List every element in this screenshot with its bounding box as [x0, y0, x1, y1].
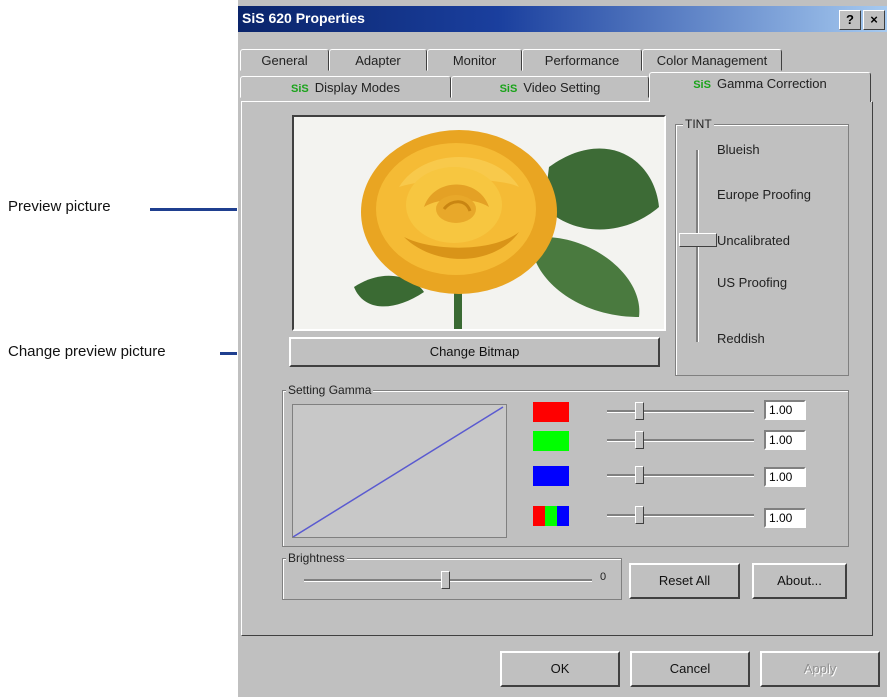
ok-button[interactable]: OK: [500, 651, 620, 687]
rgb-channel-swatch: [533, 506, 569, 526]
red-gamma-value[interactable]: 1.00: [764, 400, 806, 420]
red-channel-swatch: [533, 402, 569, 422]
tab-performance[interactable]: Performance: [522, 49, 642, 71]
help-button[interactable]: ?: [839, 10, 861, 30]
cancel-button[interactable]: Cancel: [630, 651, 750, 687]
blue-gamma-value[interactable]: 1.00: [764, 467, 806, 487]
properties-dialog: SiS 620 Properties ? × General Adapter M…: [237, 0, 887, 697]
tab-label: General: [261, 53, 308, 68]
tab-label: Color Management: [656, 53, 768, 68]
tab-display-modes[interactable]: SiS Display Modes: [240, 76, 451, 98]
blue-gamma-slider-track[interactable]: [607, 474, 754, 477]
rgb-gamma-slider-track[interactable]: [607, 514, 754, 517]
blue-channel-swatch: [533, 466, 569, 486]
tint-option-blueish: Blueish: [717, 142, 760, 157]
green-gamma-slider-track[interactable]: [607, 439, 754, 442]
window-title: SiS 620 Properties: [242, 10, 365, 26]
gamma-curve: [292, 406, 504, 538]
tab-label: Adapter: [355, 53, 401, 68]
rgb-gamma-value[interactable]: 1.00: [764, 508, 806, 528]
tab-general[interactable]: General: [240, 49, 329, 71]
tint-option-reddish: Reddish: [717, 331, 765, 346]
setting-gamma-label: Setting Gamma: [286, 383, 374, 397]
tint-slider-thumb[interactable]: [679, 233, 717, 247]
callout-change-preview-picture: Change preview picture: [8, 343, 166, 360]
rose-image: [294, 117, 664, 329]
about-button[interactable]: About...: [752, 563, 847, 599]
red-gamma-slider-track[interactable]: [607, 410, 754, 413]
sis-icon: SiS: [499, 83, 518, 95]
tint-group-label: TINT: [683, 117, 714, 131]
tab-label: Monitor: [452, 53, 497, 68]
tab-label: Display Modes: [314, 80, 400, 95]
reset-all-button[interactable]: Reset All: [629, 563, 740, 599]
tint-option-europe-proofing: Europe Proofing: [717, 187, 811, 202]
sis-icon: SiS: [291, 83, 309, 95]
tint-option-us-proofing: US Proofing: [717, 275, 788, 290]
tab-label: Video Setting: [523, 80, 601, 95]
tab-label: Performance: [544, 53, 620, 68]
gamma-curve-box: [292, 404, 507, 538]
callout-preview-picture: Preview picture: [8, 198, 111, 215]
rgb-gamma-slider-thumb[interactable]: [635, 506, 644, 524]
sis-icon: SiS: [693, 79, 711, 91]
green-channel-swatch: [533, 431, 569, 451]
brightness-value: 0: [600, 571, 607, 583]
tab-label: Gamma Correction: [716, 76, 827, 91]
apply-button[interactable]: Apply: [760, 651, 880, 687]
green-gamma-value[interactable]: 1.00: [764, 430, 806, 450]
green-gamma-slider-thumb[interactable]: [635, 431, 644, 449]
preview-picture: [292, 115, 666, 331]
tint-option-uncalibrated: Uncalibrated: [717, 233, 790, 248]
tab-color-management[interactable]: Color Management: [642, 49, 782, 71]
brightness-slider-thumb[interactable]: [441, 571, 450, 589]
blue-gamma-slider-thumb[interactable]: [635, 466, 644, 484]
close-button[interactable]: ×: [863, 10, 885, 30]
red-gamma-slider-thumb[interactable]: [635, 402, 644, 420]
brightness-label: Brightness: [286, 551, 347, 565]
title-bar[interactable]: SiS 620 Properties ? ×: [238, 6, 887, 32]
tab-monitor[interactable]: Monitor: [427, 49, 522, 71]
change-bitmap-button[interactable]: Change Bitmap: [289, 337, 660, 367]
tab-gamma-correction[interactable]: SiS Gamma Correction: [649, 72, 871, 102]
tab-adapter[interactable]: Adapter: [329, 49, 427, 71]
tab-video-setting[interactable]: SiS Video Setting: [451, 76, 649, 98]
